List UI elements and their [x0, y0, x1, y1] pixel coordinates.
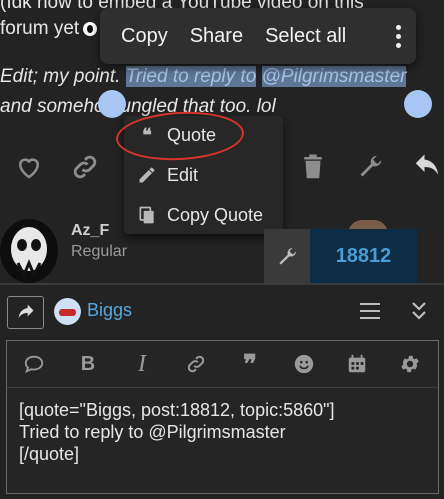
selection-end-handle[interactable] [404, 90, 432, 118]
more-vert-icon[interactable] [396, 24, 402, 48]
hyperlink-icon[interactable] [183, 351, 209, 377]
reply-user-name[interactable]: Biggs [87, 300, 132, 321]
collapse-chevron-icon[interactable] [408, 300, 430, 322]
editor-toolbar: B I ❞ [7, 341, 438, 388]
bold-icon[interactable]: B [75, 351, 101, 377]
user-avatar[interactable] [0, 219, 58, 283]
user-name[interactable]: Az_F [71, 222, 109, 240]
admin-wrench-icon[interactable] [355, 152, 385, 182]
copy-button[interactable]: Copy [100, 25, 179, 48]
select-all-button[interactable]: Select all [254, 25, 357, 48]
text-selection-toolbar: Copy Share Select all [100, 8, 416, 64]
selected-text-a[interactable]: Tried to reply to [125, 66, 257, 87]
delete-trash-icon[interactable] [298, 152, 328, 182]
user-role: Regular [71, 243, 128, 260]
link-icon[interactable] [70, 152, 100, 182]
wrench-icon[interactable] [264, 229, 310, 284]
speech-bubble-icon[interactable] [21, 351, 47, 377]
edit-menu-item[interactable]: Edit [124, 156, 283, 194]
share-arrow-icon [18, 304, 33, 318]
composer-editor: B I ❞ [quote="Biggs, post:18812, topic:5… [6, 340, 439, 494]
composer-textarea[interactable]: [quote="Biggs, post:18812, topic:5860"] … [19, 399, 429, 465]
italic-icon[interactable]: I [129, 351, 155, 377]
composer-divider [0, 283, 444, 285]
eyes-emoji-icon [83, 22, 98, 36]
share-button[interactable]: Share [179, 25, 254, 48]
calendar-icon[interactable] [344, 351, 370, 377]
pencil-icon [137, 165, 157, 185]
copy-quote-menu-item[interactable]: Copy Quote [124, 196, 283, 234]
emoji-icon[interactable] [291, 351, 317, 377]
menu-hamburger-icon[interactable] [360, 302, 380, 320]
post-line-3: Edit; my point. Tried to reply to @Pilgr… [0, 66, 407, 87]
copy-icon [137, 205, 157, 225]
post-number-badge[interactable]: 18812 [310, 229, 417, 284]
like-heart-icon[interactable] [14, 152, 44, 182]
selection-start-handle[interactable] [98, 90, 126, 118]
blockquote-icon[interactable]: ❞ [237, 349, 263, 379]
selected-text-b[interactable]: @Pilgrimsmaster [261, 66, 407, 87]
reply-action-button[interactable] [7, 296, 44, 329]
reply-arrow-icon[interactable] [412, 152, 442, 182]
gear-icon[interactable] [397, 351, 423, 377]
post-line-2: forum yet [0, 12, 98, 46]
reply-user-avatar [54, 298, 81, 325]
